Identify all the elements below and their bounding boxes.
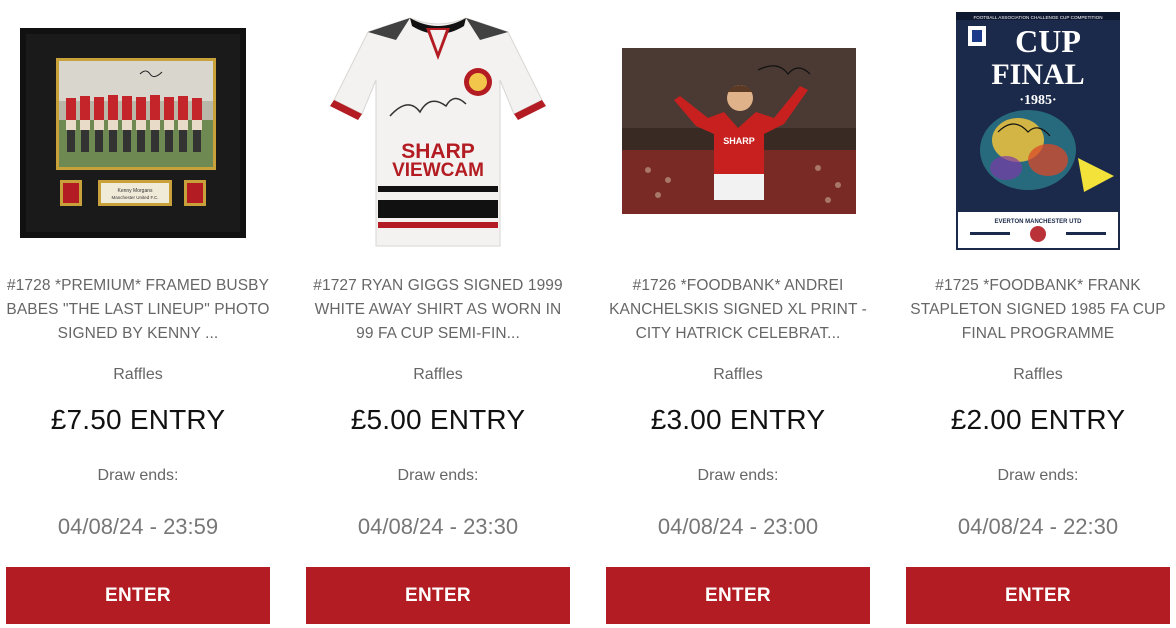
raffle-category: Raffles <box>413 366 463 383</box>
raffle-title[interactable]: #1728 *PREMIUM* FRAMED BUSBY BABES "THE … <box>4 274 272 348</box>
raffle-title[interactable]: #1727 RYAN GIGGS SIGNED 1999 WHITE AWAY … <box>304 274 572 348</box>
draw-ends-date: 04/08/24 - 23:59 <box>57 514 219 539</box>
raffle-title[interactable]: #1726 *FOODBANK* ANDREI KANCHELSKIS SIGN… <box>604 274 872 348</box>
programme-header-text: FOOTBALL ASSOCIATION CHALLENGE CUP COMPE… <box>973 15 1102 20</box>
raffle-card: Kenny Morgans Manchester United F.C. #17… <box>0 0 288 628</box>
raffle-category: Raffles <box>113 366 163 383</box>
programme-year-text: ·1985· <box>1019 93 1056 108</box>
draw-ends-label: Draw ends: <box>397 467 479 484</box>
draw-ends-label: Draw ends: <box>997 467 1079 484</box>
draw-ends-date: 04/08/24 - 23:30 <box>357 514 519 539</box>
svg-text:VIEWCAM: VIEWCAM <box>392 160 484 181</box>
svg-text:FINAL: FINAL <box>991 58 1084 91</box>
draw-ends-label: Draw ends: <box>697 467 779 484</box>
enter-button[interactable]: ENTER <box>306 567 570 624</box>
framed-photo-graphic: Kenny Morgans Manchester United F.C. <box>20 28 246 238</box>
raffle-image-programme[interactable]: FOOTBALL ASSOCIATION CHALLENGE CUP COMPE… <box>888 0 1176 262</box>
enter-button[interactable]: ENTER <box>606 567 870 624</box>
draw-ends-label: Draw ends: <box>97 467 179 484</box>
raffle-price: £5.00 ENTRY <box>350 404 526 435</box>
shirt-graphic: SHARP VIEWCAM <box>330 17 546 247</box>
programme-teams-text: EVERTON MANCHESTER UTD <box>995 219 1083 225</box>
raffle-card: FOOTBALL ASSOCIATION CHALLENGE CUP COMPE… <box>888 0 1176 628</box>
enter-button[interactable]: ENTER <box>6 567 270 624</box>
programme-main-text: CUP <box>1015 23 1081 59</box>
raffle-card: SHARP VIEWCAM #1727 RYAN GIGGS SIGNED 19… <box>288 0 588 628</box>
raffle-category: Raffles <box>1013 366 1063 383</box>
enter-button[interactable]: ENTER <box>906 567 1170 624</box>
raffle-image-print[interactable]: SHARP <box>588 0 888 262</box>
raffle-card: SHARP #1726 *FOODBANK* ANDREI KANCHELSKI… <box>588 0 888 628</box>
svg-text:SHARP: SHARP <box>723 136 755 146</box>
raffle-category: Raffles <box>713 366 763 383</box>
raffle-price: £3.00 ENTRY <box>650 404 826 435</box>
raffle-price: £2.00 ENTRY <box>950 404 1126 435</box>
raffle-price: £7.50 ENTRY <box>50 404 226 435</box>
programme-graphic: FOOTBALL ASSOCIATION CHALLENGE CUP COMPE… <box>956 12 1120 250</box>
svg-text:Manchester United F.C.: Manchester United F.C. <box>111 195 158 200</box>
svg-text:Kenny Morgans: Kenny Morgans <box>117 188 153 194</box>
raffle-image-framed-photo[interactable]: Kenny Morgans Manchester United F.C. <box>0 0 288 262</box>
draw-ends-date: 04/08/24 - 22:30 <box>957 514 1119 539</box>
draw-ends-date: 04/08/24 - 23:00 <box>657 514 819 539</box>
raffle-image-shirt[interactable]: SHARP VIEWCAM <box>288 0 588 262</box>
raffle-grid: Kenny Morgans Manchester United F.C. #17… <box>0 0 1176 628</box>
print-graphic: SHARP <box>622 48 856 214</box>
raffle-title[interactable]: #1725 *FOODBANK* FRANK STAPLETON SIGNED … <box>904 274 1172 348</box>
